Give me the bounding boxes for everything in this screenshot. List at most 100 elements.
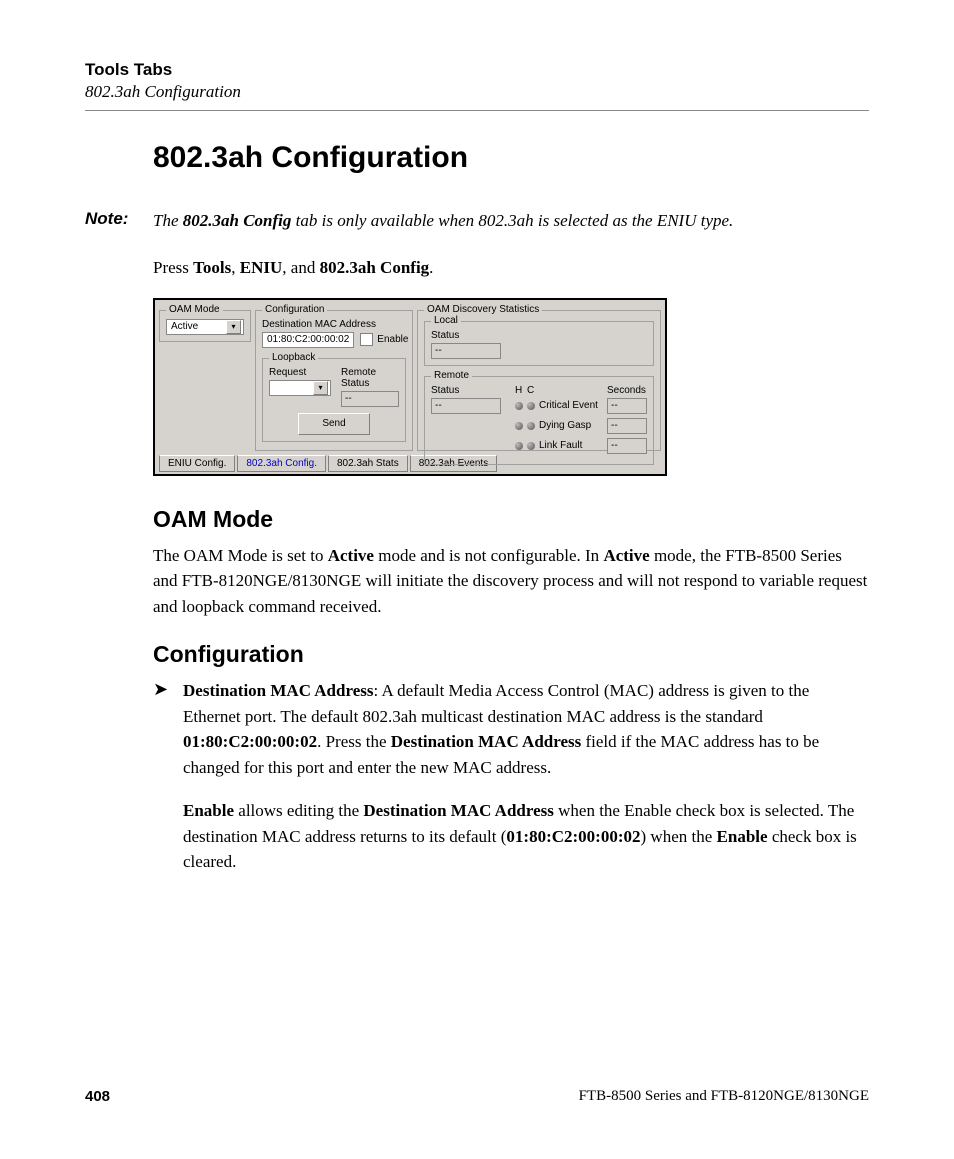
- config-screenshot: OAM Mode Active ▾ Configuration Destinat…: [153, 298, 667, 476]
- t: ) when the: [641, 827, 717, 846]
- para-enable: Enable allows editing the Destination MA…: [183, 798, 869, 875]
- press-pre: Press: [153, 258, 193, 277]
- remote-status-field2: --: [431, 398, 501, 414]
- led-icon: [527, 422, 535, 430]
- press-b3: 802.3ah Config: [320, 258, 430, 277]
- dying-gasp-seconds: --: [607, 418, 647, 434]
- remote-status-hdr: Status: [431, 385, 509, 396]
- press-b1: Tools: [193, 258, 231, 277]
- t: Destination MAC Address: [363, 801, 553, 820]
- tab-eniu-config[interactable]: ENIU Config.: [159, 455, 235, 472]
- led-icon: [527, 402, 535, 410]
- chevron-down-icon[interactable]: ▾: [313, 381, 328, 395]
- dying-gasp-label: Dying Gasp: [539, 420, 603, 431]
- bullet-icon: ➤: [153, 678, 183, 893]
- note-bold: 802.3ah Config: [183, 211, 292, 230]
- remote-status-value: --: [345, 393, 352, 404]
- dying-gasp-val: --: [611, 420, 618, 431]
- oam-mode-legend: OAM Mode: [166, 304, 223, 315]
- para-dest-mac: Destination MAC Address: A default Media…: [183, 678, 869, 780]
- oam-mode-group: OAM Mode Active ▾: [159, 310, 251, 342]
- tab-8023ah-config[interactable]: 802.3ah Config.: [237, 455, 326, 472]
- critical-event-seconds: --: [607, 398, 647, 414]
- t: The OAM Mode is set to: [153, 546, 328, 565]
- note-label: Note:: [85, 209, 153, 234]
- press-b2: ENIU: [240, 258, 283, 277]
- header-section: 802.3ah Configuration: [85, 82, 869, 102]
- t: Active: [328, 546, 374, 565]
- link-fault-label: Link Fault: [539, 440, 603, 451]
- configuration-legend: Configuration: [262, 304, 327, 315]
- page-title: 802.3ah Configuration: [153, 141, 869, 175]
- bullet-dest-mac: ➤ Destination MAC Address: A default Med…: [153, 678, 869, 893]
- local-group: Local Status --: [424, 321, 654, 366]
- request-label: Request: [269, 367, 331, 378]
- t: mode and is not configurable. In: [374, 546, 603, 565]
- t: Destination MAC Address: [391, 732, 581, 751]
- local-status-value: --: [435, 345, 442, 356]
- para-oam-mode: The OAM Mode is set to Active mode and i…: [153, 543, 869, 620]
- led-icon: [515, 402, 523, 410]
- product-name: FTB-8500 Series and FTB-8120NGE/8130NGE: [579, 1088, 869, 1105]
- col-h: H: [515, 385, 523, 396]
- local-status-label: Status: [431, 330, 647, 341]
- link-fault-seconds: --: [607, 438, 647, 454]
- t: Enable: [183, 801, 234, 820]
- link-fault-val: --: [611, 440, 618, 451]
- press-s2: , and: [282, 258, 319, 277]
- send-button-label: Send: [322, 418, 345, 429]
- dest-mac-input[interactable]: 01:80:C2:00:00:02: [262, 332, 354, 348]
- page: Tools Tabs 802.3ah Configuration 802.3ah…: [0, 0, 954, 1159]
- enable-checkbox[interactable]: [360, 333, 373, 346]
- dest-mac-value: 01:80:C2:00:00:02: [267, 334, 349, 345]
- col-c: C: [527, 385, 535, 396]
- loopback-group: Loopback Request ▾: [262, 358, 406, 442]
- page-number: 408: [85, 1088, 110, 1105]
- header-rule: [85, 110, 869, 111]
- oam-mode-value: Active: [171, 321, 198, 332]
- dying-gasp-row: Dying Gasp --: [515, 418, 647, 434]
- discovery-stats-group: OAM Discovery Statistics Local Status --…: [417, 310, 661, 451]
- press-line: Press Tools, ENIU, and 802.3ah Config.: [153, 258, 869, 278]
- remote-status-field: --: [341, 391, 399, 407]
- send-button[interactable]: Send: [298, 413, 370, 435]
- discovery-legend: OAM Discovery Statistics: [424, 304, 542, 315]
- note-post: tab is only available when 802.3ah is se…: [291, 211, 733, 230]
- t: . Press the: [317, 732, 391, 751]
- note: Note: The 802.3ah Config tab is only ava…: [85, 209, 869, 234]
- remote-legend: Remote: [431, 370, 472, 381]
- remote-status-value2: --: [435, 400, 442, 411]
- press-s1: ,: [231, 258, 240, 277]
- critical-event-label: Critical Event: [539, 400, 603, 411]
- critical-event-row: Critical Event --: [515, 398, 647, 414]
- footer: 408 FTB-8500 Series and FTB-8120NGE/8130…: [85, 1088, 869, 1105]
- led-icon: [527, 442, 535, 450]
- loopback-legend: Loopback: [269, 352, 318, 363]
- t: Destination MAC Address: [183, 681, 373, 700]
- t: Active: [603, 546, 649, 565]
- header-chapter: Tools Tabs: [85, 60, 869, 80]
- chevron-down-icon[interactable]: ▾: [226, 320, 241, 334]
- col-seconds: Seconds: [607, 385, 647, 396]
- heading-oam-mode: OAM Mode: [153, 506, 869, 533]
- led-icon: [515, 442, 523, 450]
- heading-configuration: Configuration: [153, 641, 869, 668]
- tab-8023ah-stats[interactable]: 802.3ah Stats: [328, 455, 408, 472]
- dest-mac-label: Destination MAC Address: [262, 319, 406, 330]
- critical-event-val: --: [611, 400, 618, 411]
- t: Enable: [717, 827, 768, 846]
- remote-status-label: Remote Status: [341, 367, 399, 389]
- local-legend: Local: [431, 315, 461, 326]
- t: 01:80:C2:00:00:02: [183, 732, 317, 751]
- led-icon: [515, 422, 523, 430]
- oam-mode-select[interactable]: Active ▾: [166, 319, 244, 335]
- note-pre: The: [153, 211, 183, 230]
- t: allows editing the: [234, 801, 363, 820]
- remote-group: Remote Status -- H: [424, 376, 654, 465]
- configuration-group: Configuration Destination MAC Address 01…: [255, 310, 413, 451]
- request-select[interactable]: ▾: [269, 380, 331, 396]
- enable-label: Enable: [377, 334, 408, 345]
- local-status-field: --: [431, 343, 501, 359]
- link-fault-row: Link Fault --: [515, 438, 647, 454]
- t: 01:80:C2:00:00:02: [506, 827, 640, 846]
